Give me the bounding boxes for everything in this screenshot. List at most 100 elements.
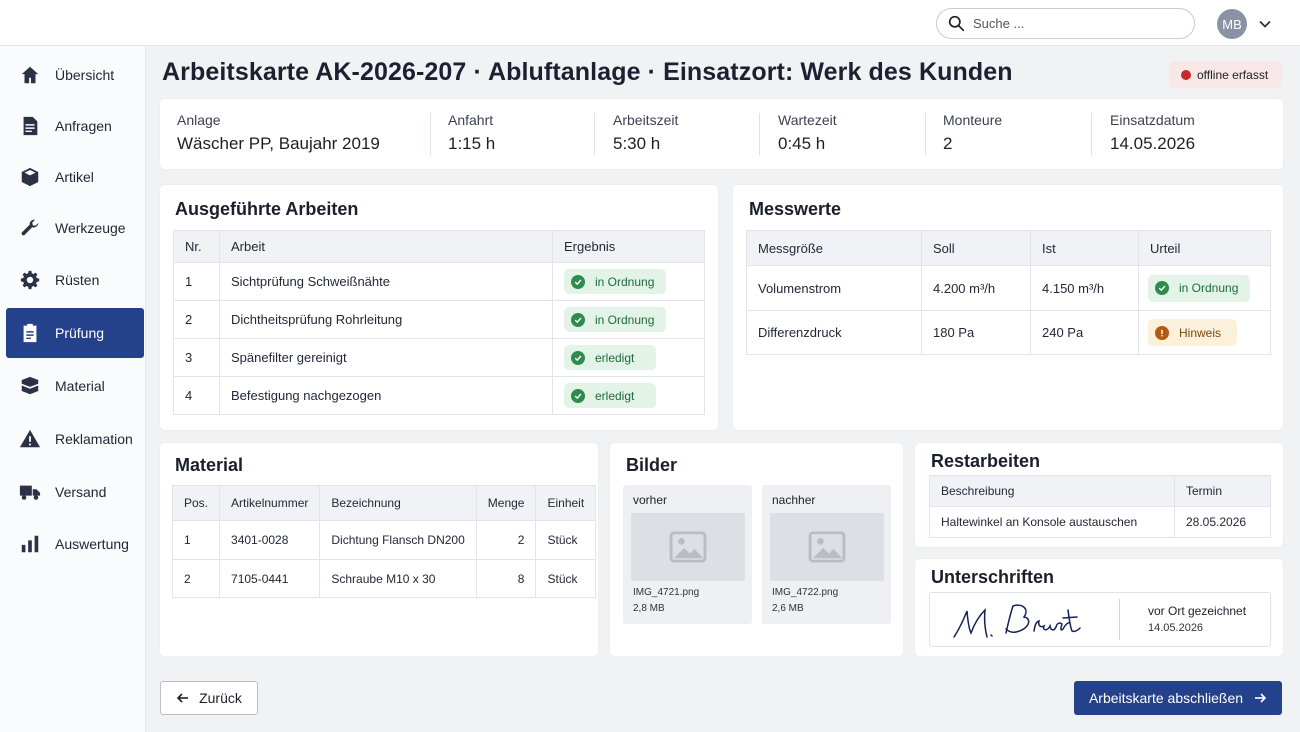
- divider: [594, 113, 595, 155]
- sidebar-item-label: Reklamation: [55, 431, 133, 447]
- check-circle-icon: [571, 312, 585, 327]
- status-badge: in Ordnung: [564, 269, 667, 294]
- sidebar-item-pruefung[interactable]: Prüfung: [6, 308, 144, 358]
- finish-button[interactable]: Arbeitskarte abschließen: [1074, 681, 1282, 715]
- table-header-row: Pos. Artikelnummer Bezeichnung Menge Ein…: [171, 485, 597, 521]
- sidebar-item-ruesten[interactable]: Rüsten: [6, 255, 144, 305]
- bilder-card: Bilder vorher IMG_4721.png 2,8 MB nachhe…: [610, 443, 903, 656]
- arrow-right-icon: [1255, 693, 1267, 703]
- info-key: Arbeitszeit: [613, 112, 679, 128]
- top-bar: MB: [0, 0, 1300, 46]
- check-circle-icon: [1155, 281, 1169, 295]
- sidebar-item-reklamation[interactable]: Reklamation: [6, 414, 144, 464]
- cell-artikel: 7105-0441: [219, 559, 321, 598]
- column-header: Menge: [475, 485, 537, 521]
- column-header: Ergebnis: [552, 230, 705, 263]
- column-header: Ist: [1030, 230, 1139, 266]
- bilder-title: Bilder: [626, 455, 678, 475]
- status-badge-label: offline erfasst: [1197, 67, 1269, 82]
- image-placeholder-icon: [631, 513, 745, 581]
- search-icon: [948, 15, 965, 32]
- image-tile-vorher[interactable]: vorher IMG_4721.png 2,8 MB: [623, 485, 752, 624]
- cell-bezeichnung: Schraube M10 x 30: [319, 559, 477, 598]
- boxes-icon: [21, 376, 39, 395]
- sidebar-item-uebersicht[interactable]: Übersicht: [6, 50, 144, 100]
- info-key: Anlage: [177, 112, 221, 128]
- cell-einheit: Stück: [535, 559, 597, 598]
- sidebar-item-label: Anfragen: [55, 118, 112, 134]
- warning-icon: [19, 429, 41, 448]
- table-row[interactable]: Haltewinkel an Konsole austauschen 28.05…: [929, 506, 1271, 538]
- sidebar-item-werkzeuge[interactable]: Werkzeuge: [6, 203, 144, 253]
- signature-date: 14.05.2026: [1148, 622, 1204, 634]
- avatar[interactable]: MB: [1217, 9, 1247, 39]
- table-row[interactable]: 1 3401-0028 Dichtung Flansch DN200 2 Stü…: [171, 520, 597, 560]
- search-input[interactable]: [973, 16, 1173, 31]
- divider: [759, 113, 760, 155]
- sidebar-item-auswertung[interactable]: Auswertung: [6, 519, 144, 569]
- cell-ergebnis: erledigt: [552, 376, 705, 415]
- bar-chart-icon: [21, 535, 39, 553]
- info-value: 2: [943, 134, 953, 153]
- cell-arbeit: Dichtheitsprüfung Rohrleitung: [219, 300, 553, 339]
- material-card: Material Pos. Artikelnummer Bezeichnung …: [160, 443, 598, 656]
- sidebar-item-artikel[interactable]: Artikel: [6, 152, 144, 202]
- table-row[interactable]: 2 7105-0441 Schraube M10 x 30 8 Stück: [171, 559, 597, 598]
- sidebar-item-versand[interactable]: Versand: [6, 467, 144, 517]
- sidebar-item-anfragen[interactable]: Anfragen: [6, 101, 144, 151]
- table-header-row: Nr. Arbeit Ergebnis: [173, 230, 705, 263]
- table-row[interactable]: Differenzdruck 180 Pa 240 Pa Hinweis: [746, 310, 1271, 355]
- gear-icon: [20, 270, 40, 290]
- cell-nr: 1: [173, 262, 220, 301]
- restarbeiten-title: Restarbeiten: [931, 451, 1041, 471]
- cell-ist: 4.150 m³/h: [1030, 265, 1139, 311]
- cell-pos: 2: [171, 559, 221, 598]
- cell-nr: 4: [173, 376, 220, 415]
- sidebar-item-label: Versand: [55, 484, 107, 500]
- status-badge: in Ordnung: [564, 307, 667, 332]
- search-box[interactable]: [936, 8, 1195, 39]
- box-icon: [21, 167, 39, 187]
- column-header: Termin: [1174, 475, 1271, 507]
- arbeiten-table: Nr. Arbeit Ergebnis 1 Sichtprüfung Schwe…: [173, 230, 705, 415]
- cell-urteil: Hinweis: [1138, 310, 1271, 355]
- image-placeholder-icon: [770, 513, 884, 581]
- image-caption: nachher: [772, 493, 816, 507]
- cell-soll: 180 Pa: [921, 310, 1031, 355]
- cell-einheit: Stück: [535, 520, 597, 560]
- page-title: Arbeitskarte AK-2026-207 · Abluftanlage …: [162, 58, 1013, 86]
- cell-bezeichnung: Dichtung Flansch DN200: [319, 520, 477, 560]
- sidebar-item-material[interactable]: Material: [6, 361, 144, 411]
- cell-arbeit: Befestigung nachgezogen: [219, 376, 553, 415]
- cell-menge: 2: [475, 520, 537, 560]
- table-row[interactable]: 1 Sichtprüfung Schweißnähte in Ordnung: [173, 262, 705, 301]
- cell-ergebnis: in Ordnung: [552, 300, 705, 339]
- table-header-row: Beschreibung Termin: [929, 475, 1271, 507]
- material-title: Material: [175, 455, 244, 475]
- messwerte-table: Messgröße Soll Ist Urteil Volumenstrom 4…: [746, 230, 1271, 355]
- document-icon: [23, 116, 38, 136]
- column-header: Messgröße: [746, 230, 922, 266]
- column-header: Einheit: [535, 485, 597, 521]
- table-row[interactable]: 4 Befestigung nachgezogen erledigt: [173, 376, 705, 415]
- status-label: erledigt: [595, 350, 635, 365]
- status-label: erledigt: [595, 388, 635, 403]
- table-row[interactable]: Volumenstrom 4.200 m³/h 4.150 m³/h in Or…: [746, 265, 1271, 311]
- column-header: Artikelnummer: [219, 485, 321, 521]
- back-button[interactable]: Zurück: [160, 681, 258, 715]
- cell-groesse: Differenzdruck: [746, 310, 922, 355]
- cell-beschreibung: Haltewinkel an Konsole austauschen: [929, 506, 1175, 538]
- back-button-label: Zurück: [199, 690, 242, 706]
- image-caption: vorher: [633, 493, 668, 507]
- cell-arbeit: Sichtprüfung Schweißnähte: [219, 262, 553, 301]
- table-row[interactable]: 3 Spänefilter gereinigt erledigt: [173, 338, 705, 377]
- table-row[interactable]: 2 Dichtheitsprüfung Rohrleitung in Ordnu…: [173, 300, 705, 339]
- image-tile-nachher[interactable]: nachher IMG_4722.png 2,6 MB: [762, 485, 891, 624]
- image-filename: IMG_4722.png: [772, 587, 839, 598]
- divider: [1119, 599, 1120, 640]
- image-filename: IMG_4721.png: [633, 587, 700, 598]
- messwerte-title: Messwerte: [749, 199, 842, 219]
- chevron-down-icon[interactable]: [1258, 17, 1272, 31]
- handwritten-signature: [953, 604, 1081, 638]
- check-circle-icon: [571, 274, 585, 289]
